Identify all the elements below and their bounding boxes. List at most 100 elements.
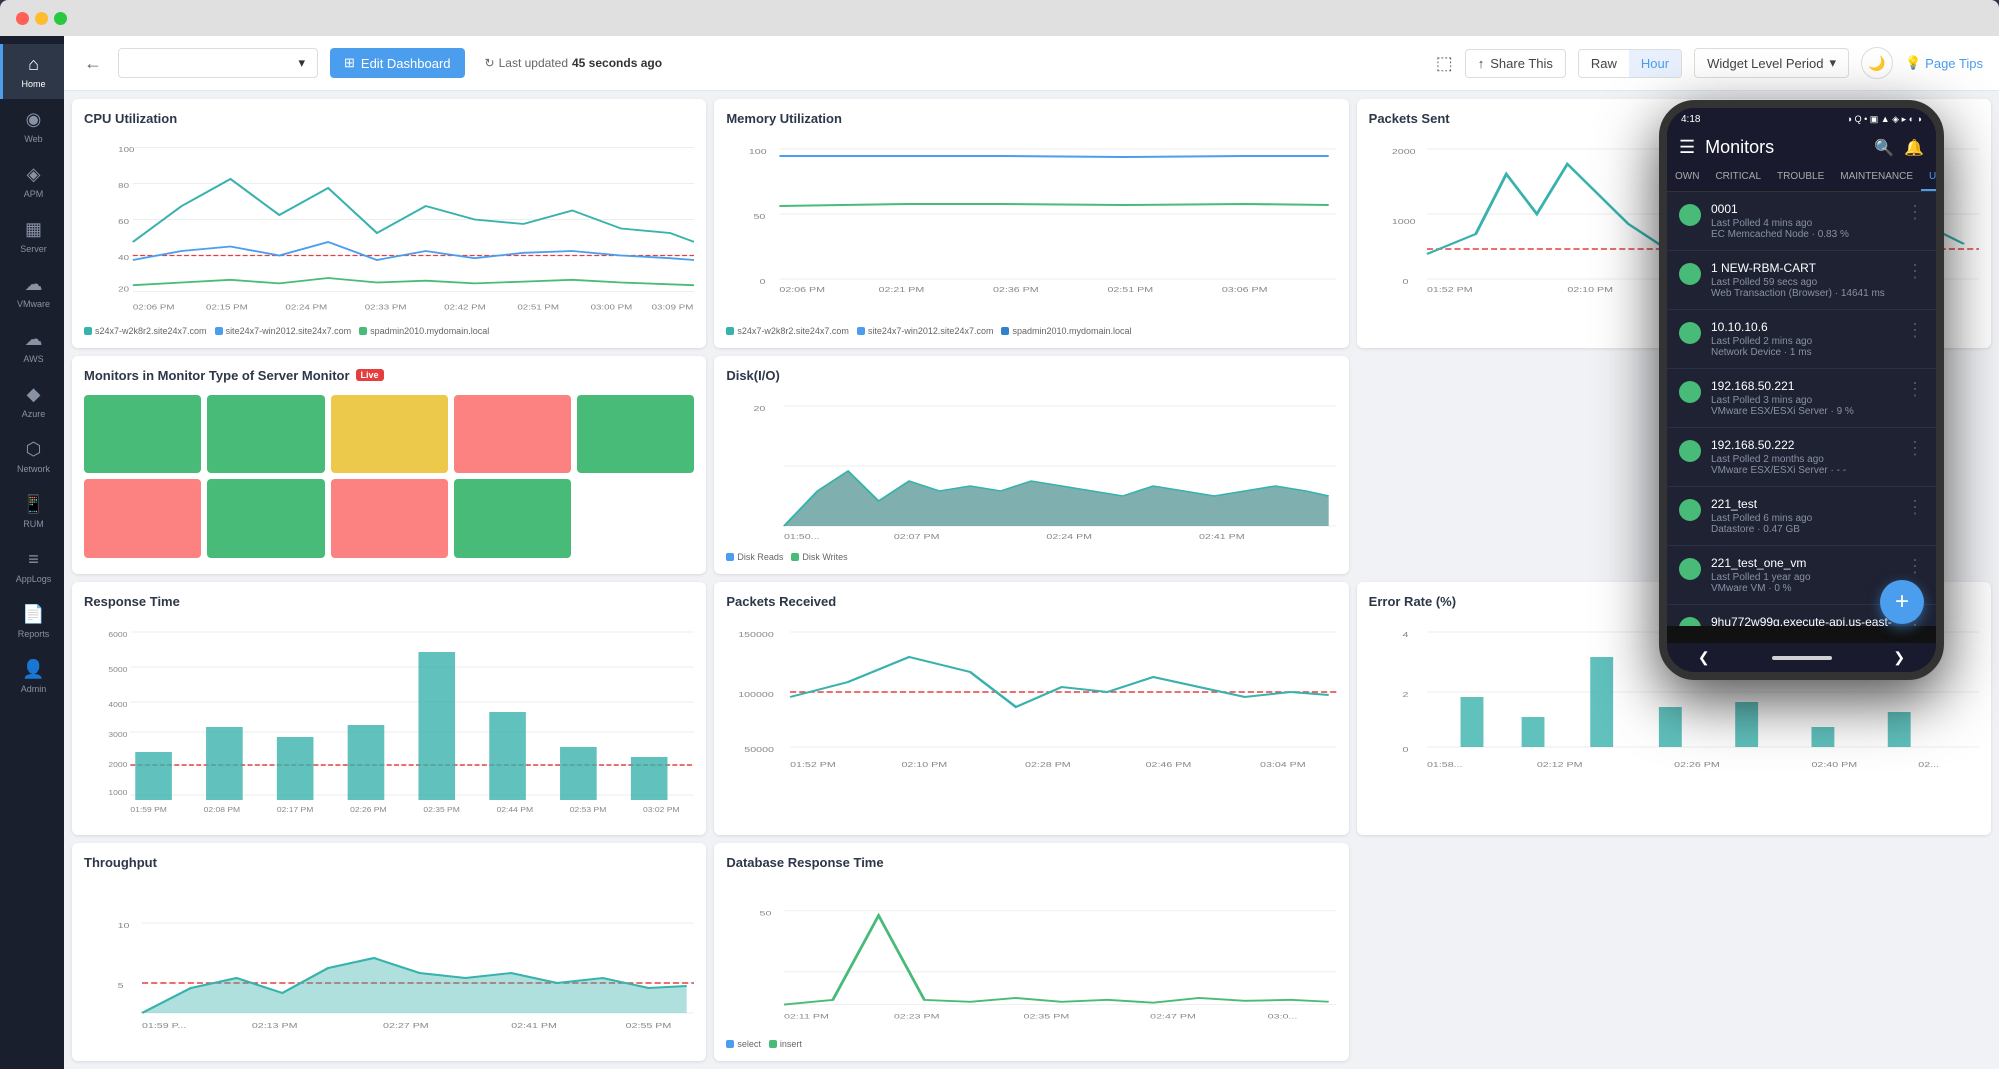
- mobile-tab-maintenance[interactable]: MAINTENANCE: [1832, 164, 1921, 191]
- admin-icon: 👤: [22, 659, 44, 680]
- svg-text:02:44 PM: 02:44 PM: [497, 806, 534, 814]
- mem-legend-1: s24x7-w2k8r2.site24x7.com: [726, 326, 849, 336]
- mobile-menu-icon[interactable]: ☰: [1679, 137, 1695, 158]
- page-tips-button[interactable]: 💡 Page Tips: [1905, 55, 1983, 71]
- monitor-status-8: [1679, 617, 1701, 626]
- monitor-detail-5: VMware ESX/ESXi Server · - -: [1711, 465, 1896, 476]
- mobile-list-item-3[interactable]: 10.10.10.6 Last Polled 2 mins ago Networ…: [1667, 310, 1936, 369]
- mobile-tab-up[interactable]: UP: [1921, 164, 1936, 191]
- monitor-status-4: [1679, 381, 1701, 403]
- monitor-dots-6[interactable]: ⋮: [1906, 497, 1924, 518]
- svg-text:02:07 PM: 02:07 PM: [894, 532, 940, 540]
- monitor-cell-3[interactable]: [331, 395, 448, 474]
- close-button[interactable]: [16, 12, 29, 25]
- sidebar-item-reports[interactable]: 📄 Reports: [0, 594, 64, 649]
- monitor-polled-6: Last Polled 6 mins ago: [1711, 513, 1896, 524]
- mobile-monitors-list: 0001 Last Polled 4 mins ago EC Memcached…: [1667, 192, 1936, 626]
- memory-chart-area: 100 50 0 02:06 PM 02:21: [726, 134, 1336, 322]
- sidebar-item-web[interactable]: ◉ Web: [0, 99, 64, 154]
- monitor-dots-7[interactable]: ⋮: [1906, 556, 1924, 577]
- mobile-list-item-1[interactable]: 0001 Last Polled 4 mins ago EC Memcached…: [1667, 192, 1936, 251]
- mobile-list-item-4[interactable]: 192.168.50.221 Last Polled 3 mins ago VM…: [1667, 369, 1936, 428]
- share-this-button[interactable]: ↑ Share This: [1465, 49, 1566, 78]
- mobile-nav-left[interactable]: ❮: [1698, 649, 1710, 666]
- monitor-name-2: 1 NEW-RBM-CART: [1711, 261, 1896, 275]
- monitor-cell-1[interactable]: [84, 395, 201, 474]
- apm-icon: ◈: [27, 164, 41, 185]
- response-time-title: Response Time: [84, 594, 694, 609]
- mobile-tab-critical[interactable]: CRITICAL: [1707, 164, 1769, 191]
- monitor-info-2: 1 NEW-RBM-CART Last Polled 59 secs ago W…: [1711, 261, 1896, 299]
- dashboard-dropdown[interactable]: ▾: [118, 48, 318, 78]
- monitor-dots-2[interactable]: ⋮: [1906, 261, 1924, 282]
- sidebar-item-apm[interactable]: ◈ APM: [0, 154, 64, 209]
- sidebar-item-admin[interactable]: 👤 Admin: [0, 649, 64, 704]
- monitor-cell-7[interactable]: [207, 479, 324, 558]
- mobile-search-icon[interactable]: 🔍: [1874, 138, 1894, 158]
- sidebar-item-aws[interactable]: ☁ AWS: [0, 319, 64, 374]
- svg-text:20: 20: [754, 404, 766, 412]
- svg-text:0: 0: [1402, 278, 1408, 286]
- raw-hour-group: Raw Hour: [1578, 49, 1682, 78]
- mobile-bell-icon[interactable]: 🔔: [1904, 138, 1924, 158]
- sidebar-item-server[interactable]: ▦ Server: [0, 209, 64, 264]
- mobile-list-item-2[interactable]: 1 NEW-RBM-CART Last Polled 59 secs ago W…: [1667, 251, 1936, 310]
- hour-button[interactable]: Hour: [1629, 50, 1681, 77]
- sidebar-item-rum[interactable]: 📱 RUM: [0, 484, 64, 539]
- cpu-chart-legend: s24x7-w2k8r2.site24x7.com site24x7-win20…: [84, 326, 694, 336]
- disk-io-legend: Disk Reads Disk Writes: [726, 552, 1336, 562]
- edit-dashboard-button[interactable]: ⊞ Edit Dashboard: [330, 48, 465, 78]
- sidebar-item-azure[interactable]: ◆ Azure: [0, 374, 64, 429]
- monitor-cell-5[interactable]: [577, 395, 694, 474]
- monitor-cell-4[interactable]: [454, 395, 571, 474]
- sidebar-item-vmware[interactable]: ☁ VMware: [0, 264, 64, 319]
- sidebar-label-web: Web: [24, 134, 42, 144]
- mobile-tab-trouble[interactable]: TROUBLE: [1769, 164, 1832, 191]
- monitor-dots-4[interactable]: ⋮: [1906, 379, 1924, 400]
- raw-button[interactable]: Raw: [1579, 50, 1629, 77]
- db-insert-legend: insert: [769, 1039, 802, 1049]
- sidebar-item-applogs[interactable]: ≡ AppLogs: [0, 539, 64, 594]
- monitor-dots-3[interactable]: ⋮: [1906, 320, 1924, 341]
- network-icon: ⬡: [26, 439, 42, 460]
- monitor-detail-2: Web Transaction (Browser) · 14641 ms: [1711, 288, 1896, 299]
- monitor-cell-8[interactable]: [331, 479, 448, 558]
- monitor-name-4: 192.168.50.221: [1711, 379, 1896, 393]
- monitor-status-5: [1679, 440, 1701, 462]
- monitor-dots-5[interactable]: ⋮: [1906, 438, 1924, 459]
- back-button[interactable]: ←: [80, 49, 106, 78]
- response-time-chart: 6000 5000 4000 3000 2000 1000: [84, 617, 694, 823]
- monitor-status-3: [1679, 322, 1701, 344]
- svg-text:02:33 PM: 02:33 PM: [365, 303, 407, 311]
- svg-text:5000: 5000: [108, 666, 128, 674]
- sidebar-item-network[interactable]: ⬡ Network: [0, 429, 64, 484]
- sidebar-item-home[interactable]: ⌂ Home: [0, 44, 64, 99]
- mobile-navbar: ❮ ❯: [1667, 643, 1936, 672]
- widget-period-button[interactable]: Widget Level Period ▾: [1694, 48, 1849, 78]
- svg-text:03:09 PM: 03:09 PM: [652, 303, 694, 311]
- dark-mode-toggle[interactable]: 🌙: [1861, 47, 1893, 79]
- monitor-cell-9[interactable]: [454, 479, 571, 558]
- mobile-nav-right[interactable]: ❯: [1893, 649, 1905, 666]
- monitor-info-7: 221_test_one_vm Last Polled 1 year ago V…: [1711, 556, 1896, 594]
- monitor-cell-2[interactable]: [207, 395, 324, 474]
- sidebar-label-aws: AWS: [23, 354, 43, 364]
- svg-text:10: 10: [118, 921, 130, 929]
- monitor-info-4: 192.168.50.221 Last Polled 3 mins ago VM…: [1711, 379, 1896, 417]
- disk-io-widget: Disk(I/O) 20 01:50... 02:07 PM: [714, 356, 1348, 575]
- svg-text:01:58...: 01:58...: [1427, 761, 1463, 769]
- monitor-cell-6[interactable]: [84, 479, 201, 558]
- svg-text:80: 80: [118, 181, 129, 189]
- svg-text:02:41 PM: 02:41 PM: [511, 1021, 557, 1029]
- mobile-list-item-5[interactable]: 192.168.50.222 Last Polled 2 months ago …: [1667, 428, 1936, 487]
- svg-text:02:06 PM: 02:06 PM: [780, 286, 826, 294]
- minimize-button[interactable]: [35, 12, 48, 25]
- mobile-fab-button[interactable]: +: [1880, 580, 1924, 624]
- monitor-polled-1: Last Polled 4 mins ago: [1711, 218, 1896, 229]
- maximize-button[interactable]: [54, 12, 67, 25]
- monitor-polled-4: Last Polled 3 mins ago: [1711, 395, 1896, 406]
- mobile-list-item-6[interactable]: 221_test Last Polled 6 mins ago Datastor…: [1667, 487, 1936, 546]
- monitor-dots-1[interactable]: ⋮: [1906, 202, 1924, 223]
- monitor-detail-1: EC Memcached Node · 0.83 %: [1711, 229, 1896, 240]
- mobile-tab-own[interactable]: OWN: [1667, 164, 1707, 191]
